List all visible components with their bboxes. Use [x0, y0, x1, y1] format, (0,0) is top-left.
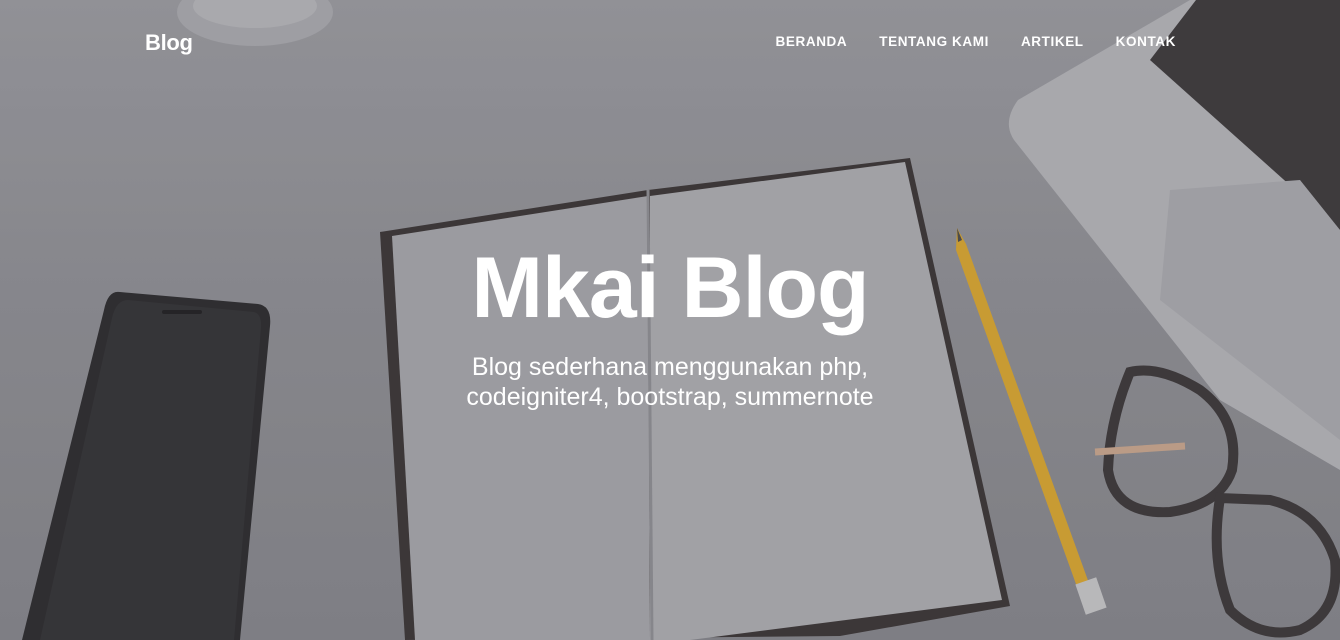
nav-link-tentang-kami[interactable]: TENTANG KAMI [879, 34, 989, 49]
nav-link-kontak[interactable]: KONTAK [1116, 34, 1176, 49]
hero-subtitle: Blog sederhana menggunakan php, codeigni… [466, 353, 874, 411]
nav-link-beranda[interactable]: BERANDA [776, 34, 848, 49]
hero-title: Mkai Blog [471, 240, 869, 336]
navbar-brand[interactable]: Blog [145, 30, 193, 56]
main-navbar: Blog BERANDA TENTANG KAMI ARTIKEL KONTAK [0, 0, 1340, 86]
navbar-links: BERANDA TENTANG KAMI ARTIKEL KONTAK [776, 34, 1176, 49]
nav-link-artikel[interactable]: ARTIKEL [1021, 34, 1084, 49]
